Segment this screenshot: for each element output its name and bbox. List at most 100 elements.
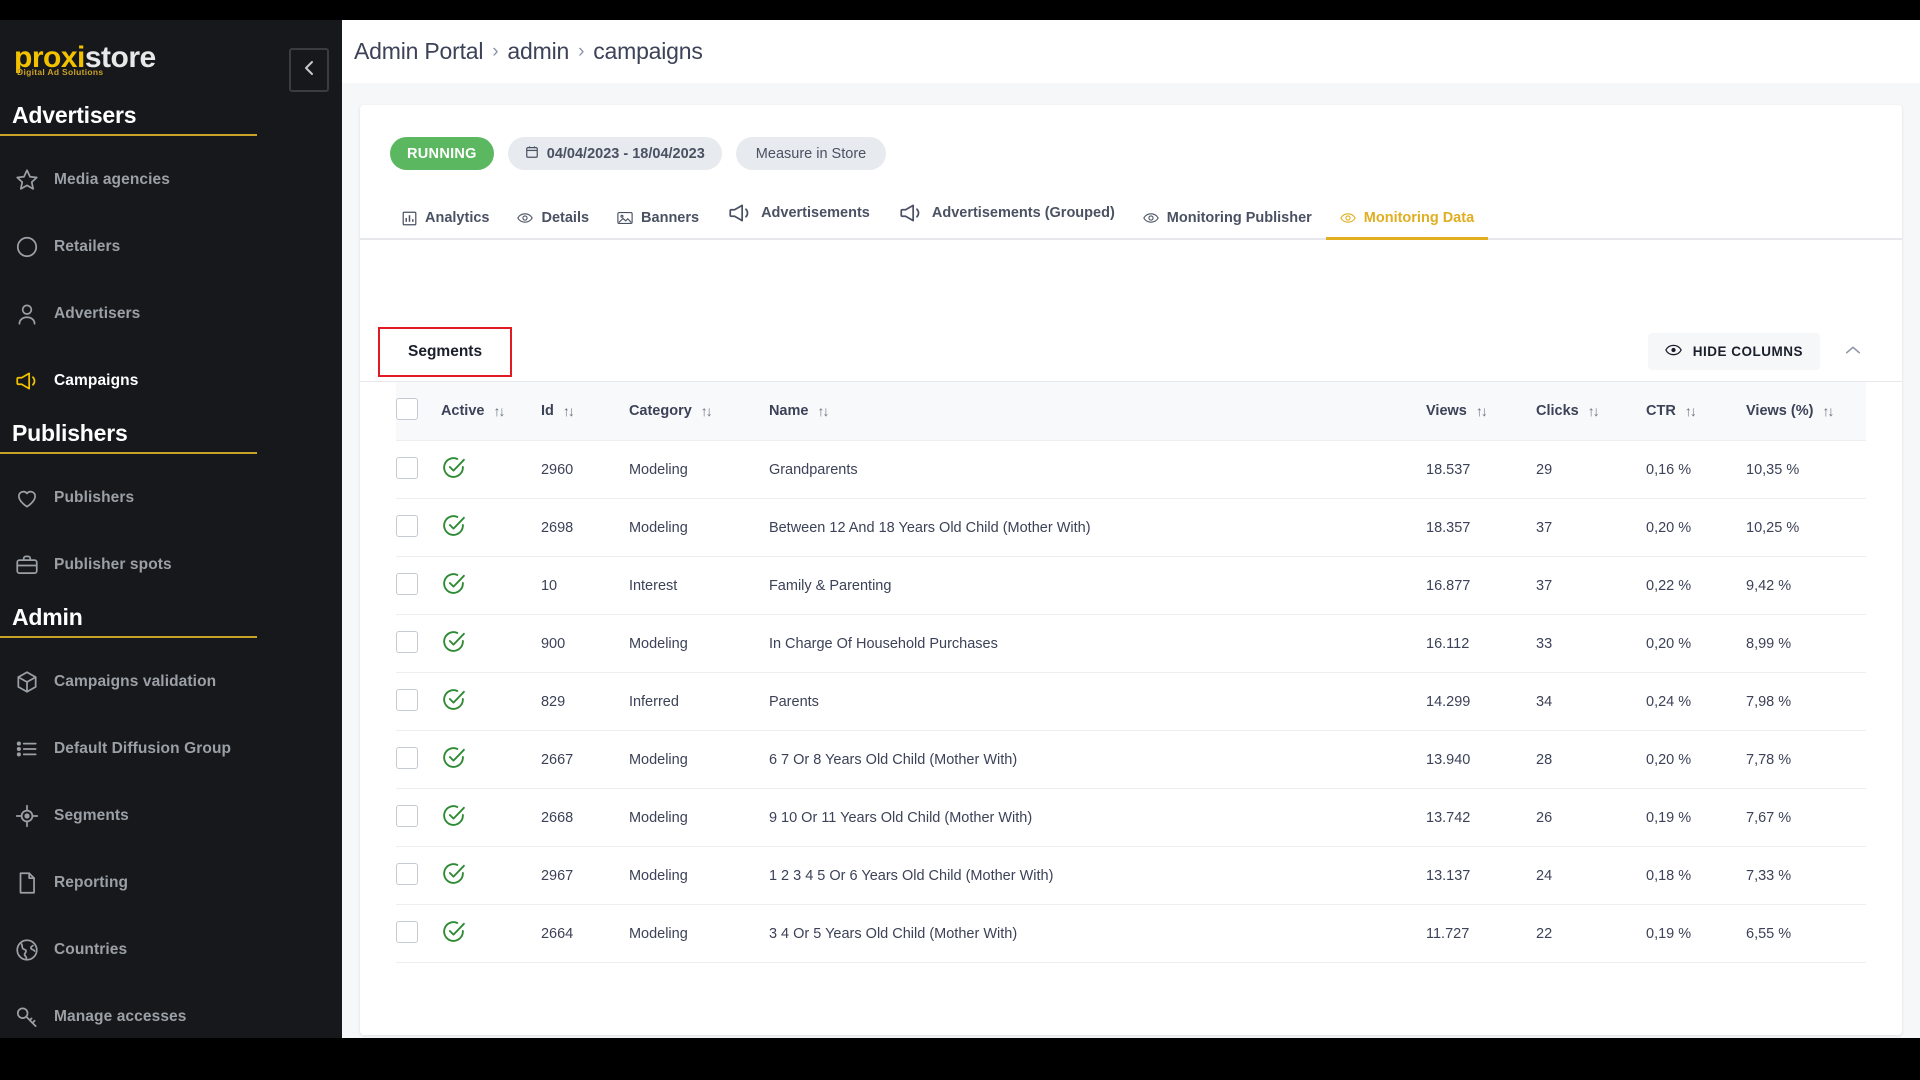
table-row[interactable]: 2667 Modeling 6 7 Or 8 Years Old Child (Mo… bbox=[396, 730, 1866, 789]
cell-views: 18.537 bbox=[1426, 440, 1536, 499]
sidebar-item-advertisers[interactable]: Advertisers bbox=[0, 280, 342, 347]
sidebar-section-title: Publishers bbox=[12, 420, 128, 446]
row-checkbox[interactable] bbox=[396, 688, 418, 711]
date-range-chip[interactable]: 04/04/2023 - 18/04/2023 bbox=[507, 137, 722, 170]
image-icon bbox=[617, 211, 633, 225]
column-header-ctr[interactable]: CTR ↑↓ bbox=[1646, 382, 1746, 441]
sidebar-item-publisher-spots[interactable]: Publisher spots bbox=[0, 531, 342, 598]
row-checkbox[interactable] bbox=[396, 920, 418, 943]
cell-ctr: 0,22 % bbox=[1646, 556, 1746, 615]
sort-icon[interactable]: ↑↓ bbox=[1822, 403, 1834, 419]
cell-id: 10 bbox=[540, 556, 629, 615]
sidebar-item-label: Publishers bbox=[54, 488, 135, 506]
row-checkbox[interactable] bbox=[396, 514, 418, 537]
cell-ctr: 0,20 % bbox=[1646, 614, 1746, 673]
table-row[interactable]: 900 Modeling In Charge Of Household Purcha… bbox=[396, 614, 1866, 673]
row-select-cell[interactable] bbox=[396, 846, 441, 905]
table-row[interactable]: 2698 Modeling Between 12 And 18 Years Old … bbox=[396, 498, 1866, 557]
active-check-icon bbox=[441, 803, 466, 832]
row-select-cell[interactable] bbox=[396, 440, 441, 499]
chevron-up-icon[interactable] bbox=[1840, 339, 1866, 365]
status-badge: RUNNING bbox=[390, 137, 494, 170]
sidebar-item-media-agencies[interactable]: Media agencies bbox=[0, 146, 342, 213]
row-checkbox[interactable] bbox=[396, 746, 418, 769]
cell-views-pct: 6,55 % bbox=[1746, 904, 1866, 963]
cell-id: 2667 bbox=[540, 730, 629, 789]
tab-analytics[interactable]: Analytics bbox=[388, 210, 503, 238]
row-checkbox[interactable] bbox=[396, 572, 418, 595]
row-checkbox[interactable] bbox=[396, 456, 418, 479]
tab-details[interactable]: Details bbox=[503, 210, 603, 238]
table-row[interactable]: 829 Inferred Parents 14.299 34 0,24 % 7,98 % bbox=[396, 672, 1866, 731]
row-checkbox[interactable] bbox=[396, 630, 418, 653]
user-icon bbox=[14, 301, 54, 327]
row-checkbox[interactable] bbox=[396, 804, 418, 827]
hide-columns-button[interactable]: HIDE COLUMNS bbox=[1647, 333, 1820, 370]
tab-banners[interactable]: Banners bbox=[603, 210, 713, 238]
row-select-cell[interactable] bbox=[396, 730, 441, 789]
column-header-clicks[interactable]: Clicks ↑↓ bbox=[1536, 382, 1646, 441]
sidebar-item-publishers[interactable]: Publishers bbox=[0, 464, 342, 531]
cell-views-pct: 7,78 % bbox=[1746, 730, 1866, 789]
sidebar-collapse-button[interactable] bbox=[289, 48, 329, 92]
row-select-cell[interactable] bbox=[396, 904, 441, 963]
row-select-cell[interactable] bbox=[396, 498, 441, 557]
row-select-cell[interactable] bbox=[396, 556, 441, 615]
column-header-id[interactable]: Id ↑↓ bbox=[540, 382, 629, 441]
row-checkbox[interactable] bbox=[396, 862, 418, 885]
sort-icon[interactable]: ↑↓ bbox=[563, 403, 575, 419]
tab-advertisements[interactable]: Advertisements bbox=[713, 200, 884, 238]
sidebar-item-manage-accesses[interactable]: Manage accesses bbox=[0, 983, 342, 1038]
measure-in-store-chip[interactable]: Measure in Store bbox=[735, 137, 887, 170]
sort-icon[interactable]: ↑↓ bbox=[1588, 403, 1600, 419]
column-header-views-pct[interactable]: Views (%) ↑↓ bbox=[1746, 382, 1866, 441]
cell-category: Inferred bbox=[628, 672, 769, 731]
column-header-views[interactable]: Views ↑↓ bbox=[1426, 382, 1536, 441]
sort-icon[interactable]: ↑↓ bbox=[1476, 403, 1488, 419]
breadcrumb-item-campaigns[interactable]: campaigns bbox=[593, 38, 703, 65]
breadcrumb: Admin Portal › admin › campaigns bbox=[342, 20, 1920, 83]
cell-id: 2967 bbox=[540, 846, 629, 905]
sort-icon[interactable]: ↑↓ bbox=[493, 403, 505, 419]
heart-icon bbox=[14, 485, 54, 511]
logo-tagline: Digital Ad Solutions bbox=[17, 67, 104, 77]
cell-views-pct: 9,42 % bbox=[1746, 556, 1866, 615]
sidebar-item-default-diffusion-group[interactable]: Default Diffusion Group bbox=[0, 715, 342, 782]
sidebar-item-countries[interactable]: Countries bbox=[0, 916, 342, 983]
row-select-cell[interactable] bbox=[396, 672, 441, 731]
sidebar-item-retailers[interactable]: Retailers bbox=[0, 213, 342, 280]
sidebar-section-divider bbox=[0, 134, 257, 136]
cell-clicks: 37 bbox=[1536, 556, 1646, 615]
active-check-icon bbox=[441, 629, 466, 658]
table-row[interactable]: 2664 Modeling 3 4 Or 5 Years Old Child (Mo… bbox=[396, 904, 1866, 963]
table-row[interactable]: 2967 Modeling 1 2 3 4 5 Or 6 Years Old Chi… bbox=[396, 846, 1866, 905]
column-header-name[interactable]: Name ↑↓ bbox=[768, 382, 1426, 441]
sort-icon[interactable]: ↑↓ bbox=[817, 403, 829, 419]
breadcrumb-item-admin[interactable]: admin bbox=[507, 38, 569, 65]
table-row[interactable]: 2960 Modeling Grandparents 18.537 29 0,16 % 10… bbox=[396, 440, 1866, 499]
chevron-left-icon bbox=[301, 58, 317, 83]
sidebar-item-reporting[interactable]: Reporting bbox=[0, 849, 342, 916]
sidebar-item-segments[interactable]: Segments bbox=[0, 782, 342, 849]
active-check-icon bbox=[441, 687, 466, 716]
segments-panel-header: Segments HIDE COLUMNS bbox=[360, 322, 1902, 382]
table-row[interactable]: 2668 Modeling 9 10 Or 11 Years Old Child (… bbox=[396, 788, 1866, 847]
row-select-cell[interactable] bbox=[396, 614, 441, 673]
sidebar-item-campaigns-validation[interactable]: Campaigns validation bbox=[0, 648, 342, 715]
row-select-cell[interactable] bbox=[396, 788, 441, 847]
active-check-icon bbox=[441, 455, 466, 484]
cell-ctr: 0,20 % bbox=[1646, 498, 1746, 557]
sidebar-item-label: Retailers bbox=[54, 237, 121, 255]
sort-icon[interactable]: ↑↓ bbox=[1685, 403, 1697, 419]
megaphone-icon bbox=[14, 368, 54, 394]
sidebar-item-campaigns[interactable]: Campaigns bbox=[0, 347, 342, 414]
tab-advertisements-grouped-[interactable]: Advertisements (Grouped) bbox=[884, 200, 1129, 238]
tab-monitoring-publisher[interactable]: Monitoring Publisher bbox=[1129, 210, 1326, 238]
sort-icon[interactable]: ↑↓ bbox=[701, 403, 713, 419]
select-all-checkbox[interactable] bbox=[396, 398, 418, 420]
tab-monitoring-data[interactable]: Monitoring Data bbox=[1325, 210, 1489, 240]
column-header-category[interactable]: Category ↑↓ bbox=[628, 382, 769, 441]
table-row[interactable]: 10 Interest Family & Parenting 16.877 37 0,22… bbox=[396, 556, 1866, 615]
column-header-active[interactable]: Active ↑↓ bbox=[440, 382, 541, 441]
breadcrumb-item-admin-portal[interactable]: Admin Portal bbox=[354, 38, 483, 65]
